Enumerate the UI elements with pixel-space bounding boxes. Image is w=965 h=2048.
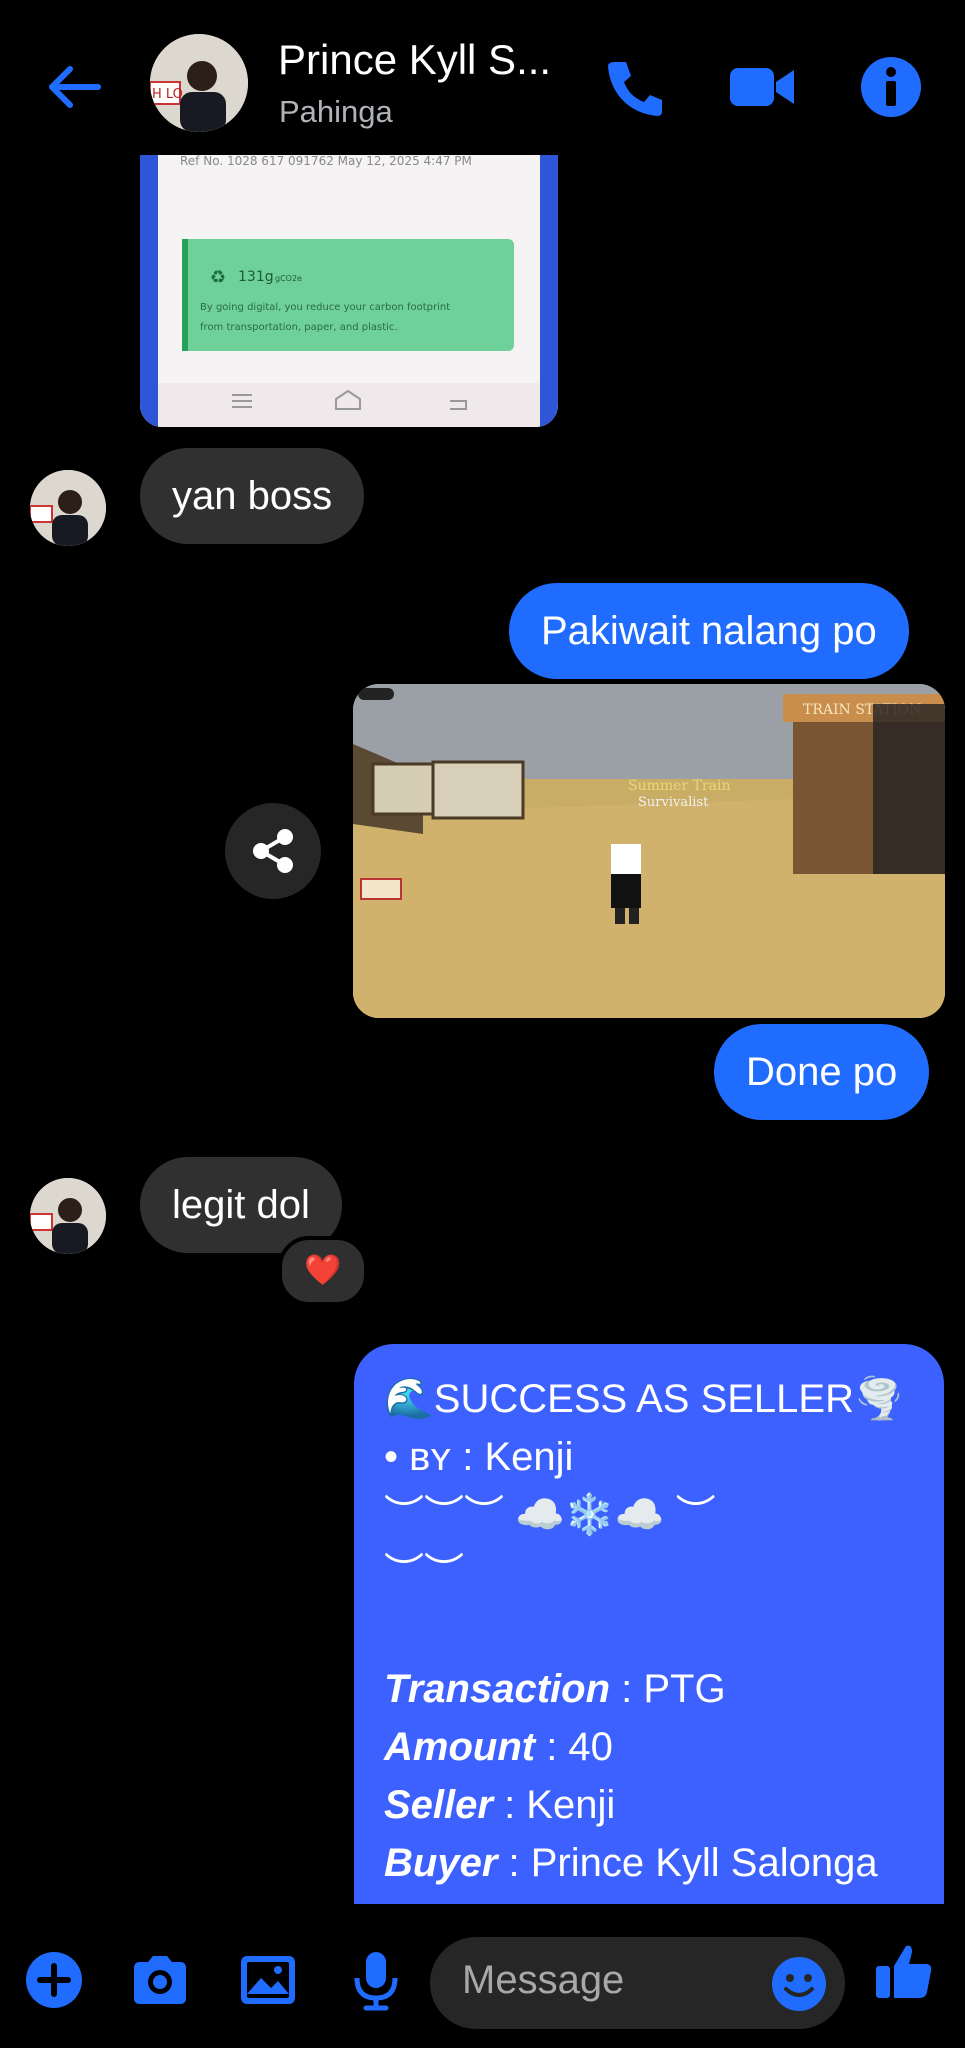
card-row: Buyer : Prince Kyll Salonga [384,1841,878,1885]
seller-card-message[interactable]: 🌊SUCCESS AS SELLER🌪️ • ʙʏ : Kenji ︶︶︶ ☁️… [354,1344,944,1904]
message-incoming[interactable]: yan boss [140,448,365,544]
contact-status: Pahinga [279,94,393,129]
back-arrow-icon[interactable] [40,52,110,122]
contact-name[interactable]: Prince Kyll S... [278,36,551,84]
card-line-2: • ʙʏ : Kenji [384,1435,574,1479]
card-line-3: ︶︶︶ ☁️❄️☁️ ︶ [384,1493,716,1537]
card-row: Seller : Kenji [384,1783,616,1827]
emoji-icon[interactable] [770,1955,828,2013]
carbon-unit: gCO2e [275,274,302,283]
image-icon[interactable] [236,1948,300,2012]
card-line-4: ︶︶ [384,1551,464,1595]
message-outgoing[interactable]: Pakiwait nalang po [509,583,909,679]
card-row: Transaction : PTG [384,1667,726,1711]
contact-avatar-small[interactable] [30,470,106,546]
receipt-ref: Ref No. 1028 617 091762 May 12, 2025 4:4… [180,155,472,168]
carbon-text-2: from transportation, paper, and plastic. [200,322,398,333]
contact-avatar-small[interactable] [30,1178,106,1254]
share-button[interactable] [225,803,321,899]
carbon-value: 131g [238,269,274,285]
contact-avatar[interactable]: H LO [150,34,248,132]
heart-icon: ❤️ [304,1254,342,1287]
phone-icon[interactable] [600,52,670,122]
message-outgoing[interactable]: Done po [714,1024,930,1120]
camera-icon[interactable] [128,1948,192,2012]
chat-header: H LO Prince Kyll S... Pahinga [0,0,965,160]
svg-text:♻: ♻ [210,267,226,288]
microphone-icon[interactable] [344,1948,408,2012]
plus-icon[interactable] [22,1948,86,2012]
info-icon[interactable] [856,52,926,122]
game-banner-sub: Survivalist [638,795,709,810]
receipt-image[interactable]: Ref No. 1028 617 091762 May 12, 2025 4:4… [140,155,558,427]
heart-reaction[interactable]: ❤️ [278,1236,368,1306]
carbon-text-1: By going digital, you reduce your carbon… [200,302,450,313]
thumbs-up-icon[interactable] [872,1940,936,2004]
svg-text:H LO: H LO [152,87,183,102]
card-row: Amount : 40 [384,1725,613,1769]
message-placeholder: Message [462,1958,625,2002]
share-icon [253,829,293,873]
card-line-1: 🌊SUCCESS AS SELLER🌪️ [384,1377,904,1421]
game-screenshot-image[interactable]: TRAIN STATION Summer Train Survivalist [353,684,945,1018]
video-camera-icon[interactable] [728,52,798,122]
game-banner: Summer Train [628,778,730,794]
